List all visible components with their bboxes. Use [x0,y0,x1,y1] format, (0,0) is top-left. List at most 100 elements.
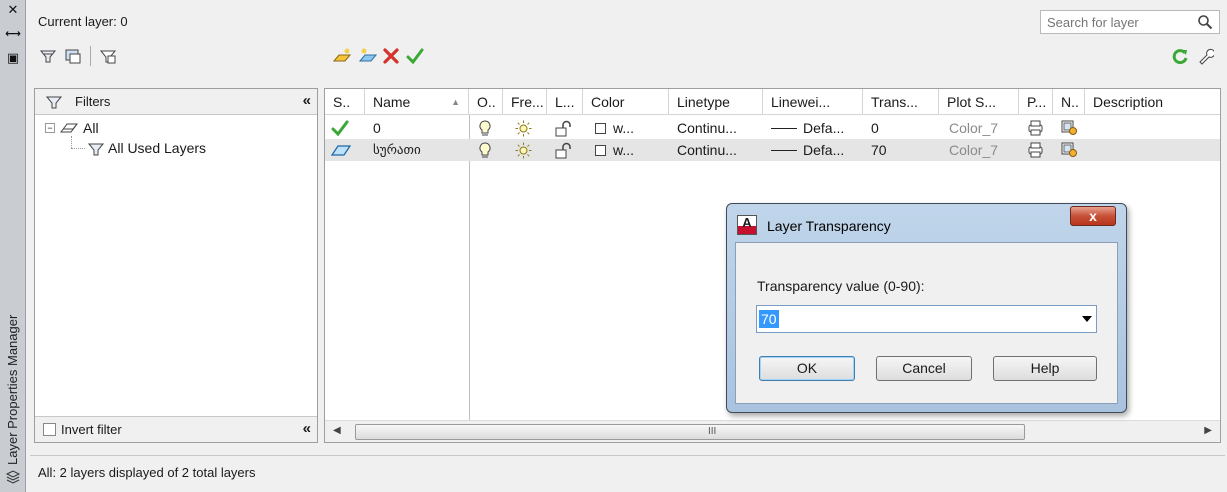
invert-filter-label: Invert filter [61,422,122,437]
col-freeze[interactable]: Fre... [503,89,547,115]
col-name-label: Name [373,94,411,110]
col-status[interactable]: S.. [325,89,365,115]
autohide-icon[interactable]: ⟷ [5,26,21,42]
lightbulb-icon[interactable] [479,142,491,159]
set-current-button[interactable] [404,45,426,67]
invert-filter-checkbox[interactable] [43,423,56,436]
lightbulb-icon[interactable] [479,120,491,137]
close-button[interactable]: x [1070,206,1116,226]
group-filter-icon [65,49,81,64]
sun-icon[interactable] [515,120,532,137]
cancel-button[interactable]: Cancel [876,356,972,381]
new-layer-frozen-icon [359,48,377,62]
settings-button[interactable] [1194,45,1216,67]
col-name[interactable]: Name ▲ [365,89,469,115]
scroll-left-icon[interactable]: ◀ [333,425,341,436]
scroll-right-icon[interactable]: ▶ [1204,425,1212,436]
vp-freeze-icon[interactable] [1061,142,1078,158]
collapse-bottom-button[interactable]: « [303,420,311,437]
palette-title: Layer Properties Manager [5,314,20,465]
layer-color[interactable]: w... [613,117,634,139]
refresh-icon [1172,49,1188,65]
status-divider [30,455,1225,456]
col-lineweight[interactable]: Linewei... [763,89,863,115]
col-linetype[interactable]: Linetype [669,89,763,115]
filter-all-icon [60,123,78,133]
table-row[interactable]: სურათი w... Continu... Defa... 70 Color_… [325,139,1220,161]
layer-lineweight[interactable]: Defa... [803,139,844,161]
col-color[interactable]: Color [583,89,669,115]
printer-icon[interactable] [1027,120,1044,136]
toolbar-separator [90,46,91,66]
layer-states-manager-button[interactable] [97,45,119,67]
vp-freeze-icon[interactable] [1061,120,1078,136]
new-layer-icon [333,48,351,62]
tree-item-all-used-layers[interactable]: All Used Layers [108,140,206,156]
layer-color[interactable]: w... [613,139,634,161]
layer-icon [331,145,351,156]
col-plot-style[interactable]: Plot S... [939,89,1019,115]
layer-plot-style: Color_7 [949,142,999,158]
current-layer-label: Current layer: 0 [38,14,128,29]
tree-connector-h [71,148,85,149]
filters-panel: Filters « − All All Used Layers Invert f… [34,88,318,443]
sort-asc-icon: ▲ [451,97,460,107]
horizontal-scrollbar[interactable]: ◀ III ▶ [325,420,1220,442]
filters-header: Filters « [35,89,317,115]
lineweight-sample [771,150,797,151]
delete-icon [383,48,399,64]
new-layer-button[interactable] [331,45,353,67]
col-on[interactable]: O.. [469,89,503,115]
collapse-filters-button[interactable]: « [303,92,311,109]
layer-linetype[interactable]: Continu... [677,139,737,161]
new-layer-vp-frozen-button[interactable] [357,45,379,67]
properties-icon[interactable]: ▣ [5,50,21,66]
palette-strip: ✕ ⟷ ▣ Layer Properties Manager [0,0,26,492]
invert-filter-row: Invert filter « [35,416,317,442]
search-field[interactable] [1040,10,1220,34]
transparency-combo[interactable]: 70 [756,305,1097,333]
col-plot[interactable]: P... [1019,89,1053,115]
chevron-down-icon[interactable] [1082,316,1092,322]
current-layer-check-icon [331,120,349,136]
transparency-value[interactable]: 70 [759,310,779,328]
layer-states-icon [99,50,117,64]
search-input[interactable] [1045,12,1195,32]
checkmark-icon [406,48,424,65]
search-icon[interactable] [1197,14,1213,30]
property-filter-icon [39,50,57,63]
layer-lineweight[interactable]: Defa... [803,117,844,139]
refresh-button[interactable] [1169,45,1191,67]
ok-button[interactable]: OK [759,356,855,381]
col-new-vp-freeze[interactable]: N.. [1053,89,1085,115]
unlock-icon[interactable] [555,120,572,137]
table-row[interactable]: 0 w... Continu... Defa... 0 Color_7 [325,117,1220,139]
tree-item-all[interactable]: All [83,120,99,136]
layer-transparency[interactable]: 70 [871,139,887,161]
new-property-filter-button[interactable] [37,45,59,67]
layer-linetype[interactable]: Continu... [677,117,737,139]
color-swatch[interactable] [595,145,606,156]
printer-icon[interactable] [1027,142,1044,158]
layer-transparency-dialog: A Layer Transparency x Transparency valu… [726,203,1127,413]
col-transparency[interactable]: Trans... [863,89,939,115]
layer-transparency[interactable]: 0 [871,117,879,139]
unlock-icon[interactable] [555,142,572,159]
lineweight-sample [771,128,797,129]
tree-connector [71,136,72,148]
new-group-filter-button[interactable] [62,45,84,67]
autocad-app-icon: A [737,215,757,235]
layer-filter-icon [87,143,105,156]
tree-expander[interactable]: − [45,123,55,133]
scrollbar-thumb[interactable]: III [355,424,1025,440]
wrench-icon [1199,48,1214,65]
color-swatch[interactable] [595,123,606,134]
filters-title: Filters [75,94,111,109]
delete-layer-button[interactable] [380,45,402,67]
col-lock[interactable]: L... [547,89,583,115]
dialog-title: Layer Transparency [767,218,891,234]
help-button[interactable]: Help [993,356,1097,381]
col-description[interactable]: Description [1085,89,1220,115]
close-icon[interactable]: ✕ [5,2,21,18]
sun-icon[interactable] [515,142,532,159]
